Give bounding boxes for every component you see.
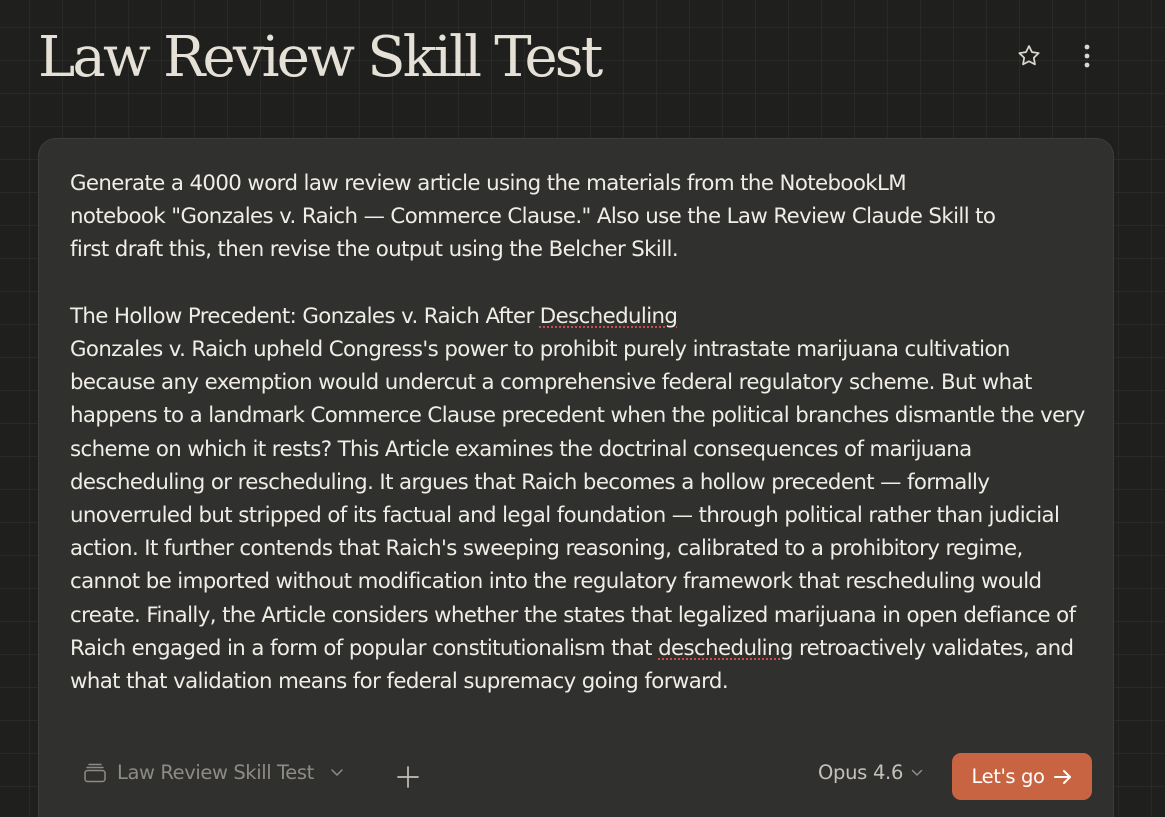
spellcheck-flagged-word[interactable]: Descheduling [540, 304, 678, 329]
prompt-line: Generate a 4000 word law review article … [70, 171, 907, 196]
prompt-line: notebook "Gonzales v. Raich — Commerce C… [70, 204, 996, 230]
prompt-textarea[interactable]: Generate a 4000 word law review article … [70, 167, 1094, 698]
star-icon [1018, 45, 1040, 66]
submit-label: Let's go [971, 765, 1045, 788]
prompt-line: first draft this, then revise the output… [70, 237, 679, 263]
project-selector[interactable]: Law Review Skill Test [83, 761, 344, 784]
arrow-right-icon [1053, 769, 1071, 784]
model-label: Opus 4.6 [818, 761, 904, 784]
spellcheck-flagged-word[interactable]: descheduling [658, 636, 793, 661]
project-box-icon [84, 763, 106, 782]
prompt-composer: Generate a 4000 word law review article … [38, 138, 1114, 817]
abstract-text: Gonzales v. Raich upheld Congress's powe… [70, 337, 1091, 661]
add-attachment-button[interactable] [395, 764, 421, 790]
submit-button[interactable]: Let's go [952, 753, 1092, 800]
vertical-ellipsis-icon [1084, 44, 1090, 68]
more-options-button[interactable] [1073, 40, 1101, 72]
chevron-down-icon [331, 769, 343, 776]
model-selector[interactable]: Opus 4.6 [818, 761, 923, 784]
plus-icon [397, 766, 419, 788]
chevron-down-icon [911, 769, 923, 776]
composer-toolbar: Law Review Skill Test Opus 4.6 Let's go [39, 753, 1113, 803]
favorite-button[interactable] [1015, 40, 1043, 72]
page-title: Law Review Skill Test [38, 25, 603, 90]
project-label: Law Review Skill Test [117, 761, 314, 784]
header-actions [1015, 40, 1101, 72]
article-title-text: The Hollow Precedent: Gonzales v. Raich … [70, 303, 540, 329]
